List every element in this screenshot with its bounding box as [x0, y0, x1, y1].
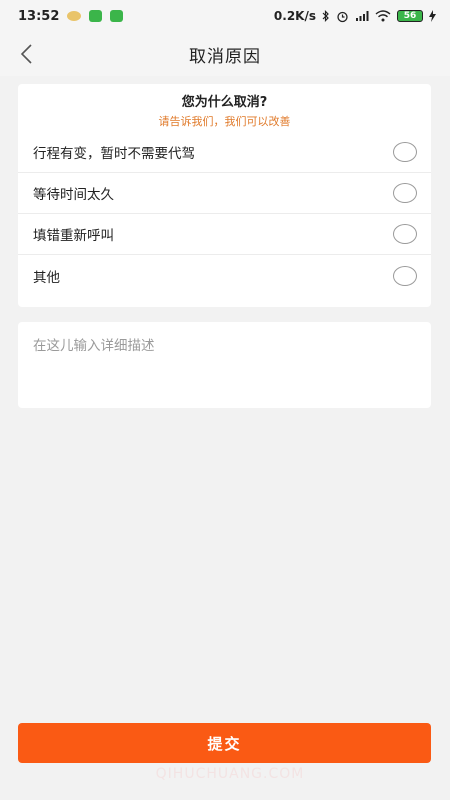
page-title: 取消原因	[189, 46, 261, 67]
signal-icon	[356, 11, 369, 21]
bluetooth-icon	[322, 10, 329, 22]
message-notification-icon	[89, 10, 103, 22]
reason-header: 您为什么取消? 请告诉我们，我们可以改善	[18, 84, 431, 132]
reason-option-schedule-change[interactable]: 行程有变，暂时不需要代驾	[18, 132, 431, 173]
reason-option-label: 填错重新呼叫	[33, 228, 114, 244]
message-notification-icon-2	[110, 10, 124, 22]
nav-bar: 取消原因	[0, 32, 450, 76]
reason-option-label: 行程有变，暂时不需要代驾	[33, 146, 195, 162]
description-input[interactable]	[18, 322, 431, 408]
back-button[interactable]	[10, 38, 42, 70]
radio-button[interactable]	[393, 183, 417, 203]
radio-button[interactable]	[393, 265, 417, 286]
chevron-left-icon	[20, 44, 32, 64]
battery-indicator: 56	[397, 10, 423, 22]
radio-button[interactable]	[393, 142, 417, 162]
reason-subtitle: 请告诉我们，我们可以改善	[158, 115, 291, 128]
reason-option-label: 等待时间太久	[33, 187, 114, 203]
description-card	[18, 322, 431, 408]
network-speed: 0.2K/s	[273, 9, 316, 23]
alarm-icon	[337, 11, 348, 22]
reason-option-wrong-info[interactable]: 填错重新呼叫	[18, 214, 431, 255]
watermark: QIHUCHUANG.COM	[155, 766, 305, 782]
status-bar-left: 13:52	[18, 8, 124, 24]
reason-option-other[interactable]: 其他	[18, 255, 431, 296]
radio-button[interactable]	[393, 224, 417, 244]
status-time: 13:52	[18, 8, 60, 24]
app-notification-icon	[67, 11, 82, 21]
wifi-icon	[375, 10, 391, 22]
reason-option-label: 其他	[33, 269, 60, 286]
reason-question: 您为什么取消?	[181, 95, 268, 110]
charging-icon	[429, 10, 436, 22]
cancel-reason-card: 您为什么取消? 请告诉我们，我们可以改善 行程有变，暂时不需要代驾 等待时间太久…	[18, 84, 431, 307]
status-bar-right: 0.2K/s 56	[274, 9, 436, 23]
status-bar: 13:52 0.2K/s 56	[0, 0, 450, 32]
reason-option-wait-too-long[interactable]: 等待时间太久	[18, 173, 431, 214]
submit-button[interactable]: 提交	[18, 723, 431, 763]
